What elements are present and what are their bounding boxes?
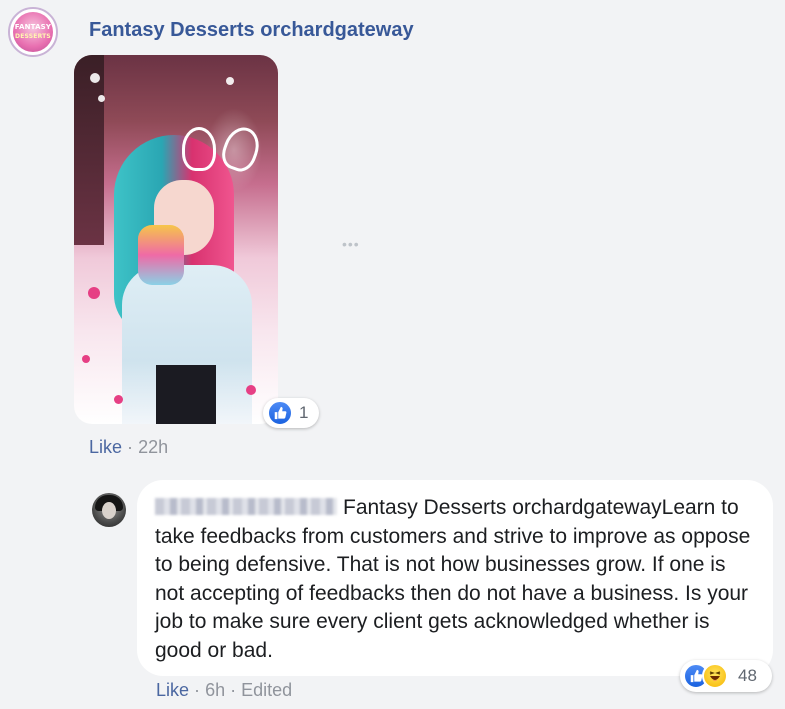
comment-author-name[interactable]: Fantasy Desserts orchardgateway [89, 19, 414, 42]
more-options-icon[interactable]: ••• [342, 236, 360, 252]
comment-actions: Like · 22h [89, 437, 168, 458]
separator: · [194, 680, 201, 700]
reply-reaction-count[interactable]: 48 [680, 660, 772, 692]
photo-decor-dot [88, 287, 100, 299]
like-link[interactable]: Like [156, 680, 189, 700]
reply-actions: Like · 6h · Edited [156, 680, 292, 701]
reply-bubble: Fantasy Desserts orchardgatewayLearn to … [137, 480, 773, 676]
logo-text-bottom: DESSERTS [15, 33, 51, 40]
photo-legs [156, 365, 216, 424]
reaction-count: 48 [738, 666, 757, 685]
reply-body: Learn to take feedbacks from customers a… [155, 496, 751, 662]
reaction-count: 1 [299, 403, 309, 422]
photo-bg-pillar [74, 55, 104, 245]
haha-icon [702, 663, 728, 689]
reply-avatar[interactable] [92, 493, 126, 527]
like-link[interactable]: Like [89, 437, 122, 457]
reply-text: Fantasy Desserts orchardgatewayLearn to … [155, 494, 755, 666]
timestamp[interactable]: 6h [205, 680, 225, 700]
photo-decor-dot [82, 355, 90, 363]
photo-decor-dot [246, 385, 256, 395]
avatar-face [102, 502, 116, 519]
timestamp[interactable]: 22h [138, 437, 168, 457]
fantasy-desserts-logo-icon: FANTASY DESSERTS [13, 12, 53, 52]
separator: · [230, 680, 237, 700]
mention-tag[interactable]: Fantasy Desserts orchardgateway [343, 496, 662, 519]
photo-reaction-count[interactable]: 1 [263, 398, 319, 428]
page-avatar[interactable]: FANTASY DESSERTS [8, 7, 58, 57]
photo-light [226, 77, 234, 85]
edited-label[interactable]: Edited [241, 680, 292, 700]
photo-bunny-ear [182, 127, 216, 171]
photo-light [90, 73, 100, 83]
photo-dessert-cup [138, 225, 184, 285]
photo-light [98, 95, 105, 102]
photo-decor-dot [114, 395, 123, 404]
blurred-author-name[interactable] [155, 498, 337, 515]
like-icon [267, 400, 293, 426]
comment-photo[interactable] [74, 55, 278, 424]
logo-text-top: FANTASY [14, 23, 52, 31]
separator: · [127, 437, 134, 457]
